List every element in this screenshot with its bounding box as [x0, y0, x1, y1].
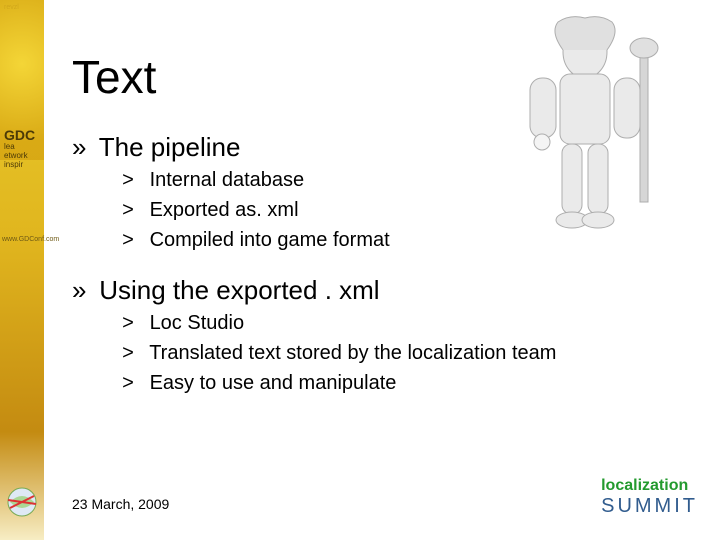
- list-item-text: Translated text stored by the localizati…: [149, 342, 556, 364]
- slide-body: » The pipeline > Internal database > Exp…: [72, 118, 700, 396]
- footer-logo-word2: SUMMIT: [601, 495, 698, 517]
- gdc-badge: GDC lea etwork inspir: [4, 128, 38, 188]
- bullet-l2-icon: >: [122, 170, 144, 193]
- list-item: > Easy to use and manipulate: [122, 372, 700, 396]
- list-item-text: Loc Studio: [150, 312, 245, 334]
- bullet-l2-icon: >: [122, 200, 144, 223]
- footer-date: 23 March, 2009: [72, 496, 169, 512]
- bullet-l2-icon: >: [122, 313, 144, 336]
- list-item: > Exported as. xml: [122, 199, 700, 223]
- bullet-l1-icon: »: [72, 132, 92, 163]
- section-heading-text: Using the exported . xml: [99, 275, 379, 305]
- gdc-badge-title: GDC: [4, 128, 38, 142]
- list-item-text: Easy to use and manipulate: [150, 372, 397, 394]
- bullet-l2-icon: >: [122, 343, 144, 366]
- slide-title: Text: [72, 50, 156, 104]
- section-heading: » Using the exported . xml: [72, 275, 700, 306]
- globe-icon: [2, 482, 42, 522]
- footer-logo-word1: localization: [601, 477, 688, 494]
- left-decorative-strip: revzl GDC lea etwork inspir www.GDConf.c…: [0, 0, 44, 540]
- gdc-badge-line: etwork: [4, 151, 38, 160]
- list-item: > Compiled into game format: [122, 229, 700, 253]
- section-heading-text: The pipeline: [99, 132, 241, 162]
- bullet-l1-icon: »: [72, 275, 92, 306]
- bullet-l2-icon: >: [122, 230, 144, 253]
- bullet-l2-icon: >: [122, 373, 144, 396]
- footer-logo: localization SUMMIT: [601, 477, 698, 518]
- slide: revzl GDC lea etwork inspir www.GDConf.c…: [0, 0, 720, 540]
- gdc-url: www.GDConf.com: [2, 236, 59, 243]
- gdc-badge-line: inspir: [4, 160, 38, 169]
- list-item: > Loc Studio: [122, 312, 700, 336]
- list-item-text: Compiled into game format: [150, 229, 390, 251]
- gdc-badge-line: lea: [4, 142, 38, 151]
- section-heading: » The pipeline: [72, 132, 700, 163]
- list-item: > Translated text stored by the localiza…: [122, 342, 700, 366]
- list-item-text: Internal database: [150, 169, 305, 191]
- list-item: > Internal database: [122, 169, 700, 193]
- list-item-text: Exported as. xml: [150, 199, 299, 221]
